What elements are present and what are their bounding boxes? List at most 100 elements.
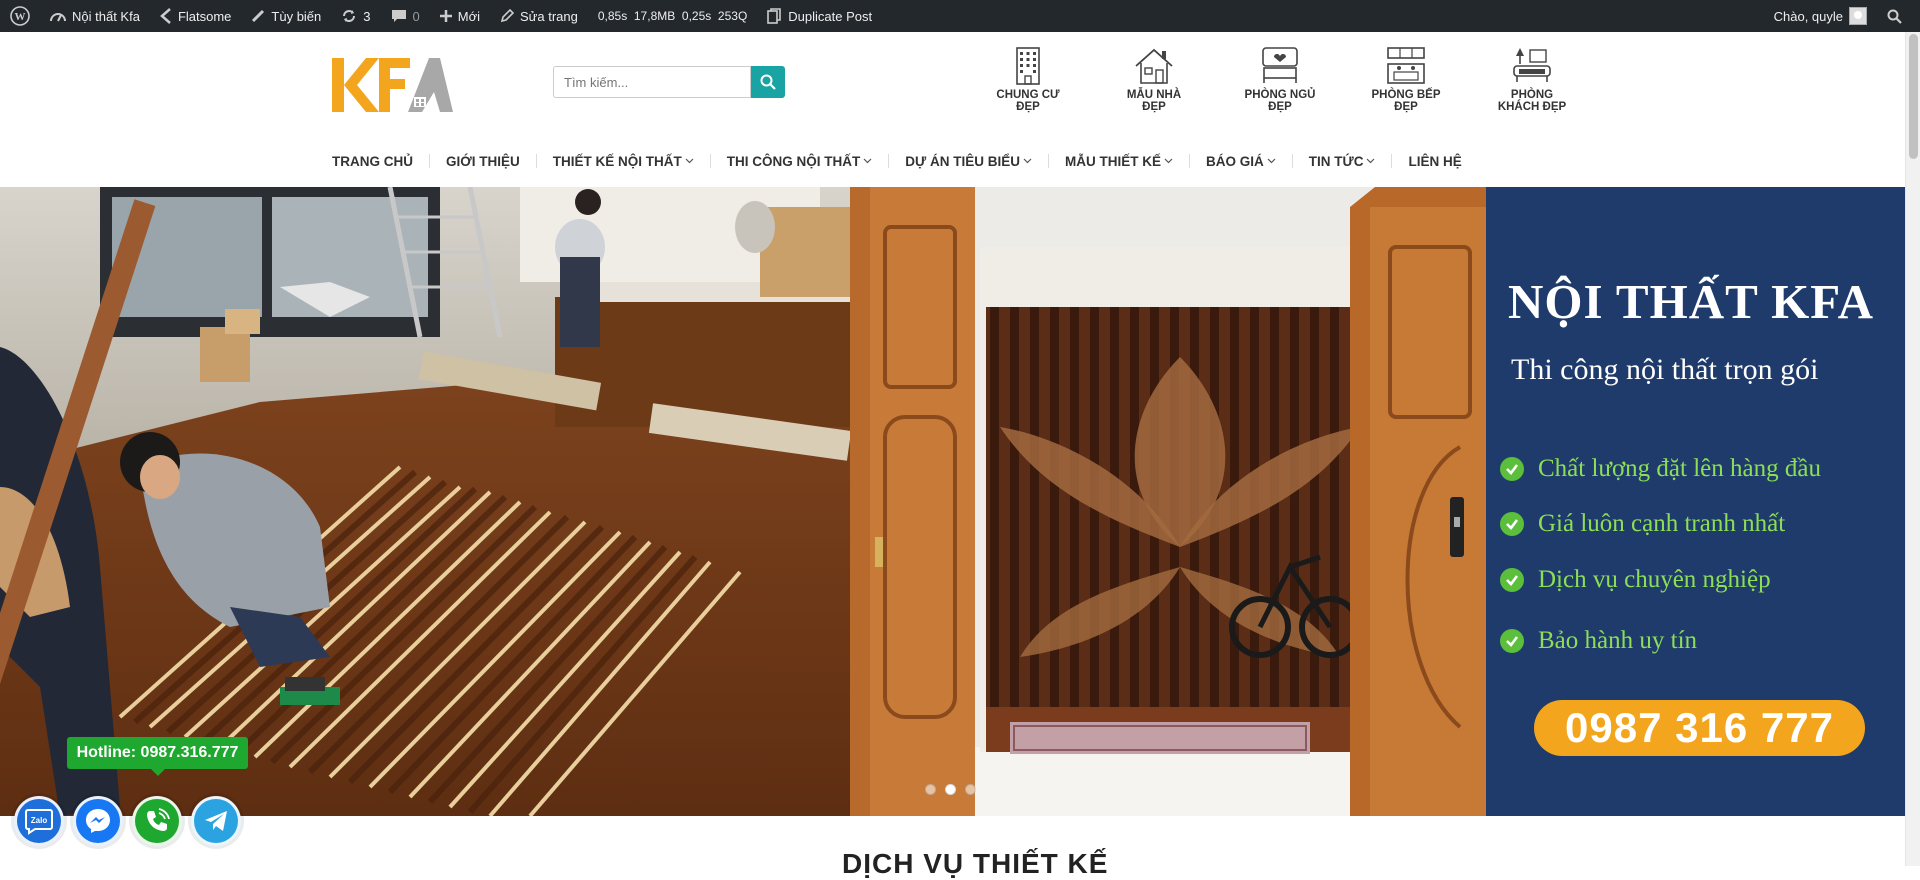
- slider-dot[interactable]: [925, 784, 936, 795]
- duplicate-icon: [767, 8, 782, 24]
- chevron-down-icon: [1164, 158, 1173, 164]
- nav-label: THI CÔNG NỘI THẤT: [726, 153, 861, 169]
- admin-greeting: Chào, quyle: [1773, 8, 1843, 24]
- telegram-icon: [205, 811, 227, 831]
- category-label: CHUNG CƯ ĐẸP: [996, 89, 1060, 113]
- nav-label: TIN TỨC: [1308, 153, 1364, 169]
- nav-divider: [535, 154, 537, 168]
- banner-phone-button[interactable]: 0987 316 777: [1534, 700, 1865, 756]
- admin-edit-page-label: Sửa trang: [520, 8, 578, 24]
- nav-item-about[interactable]: GIỚI THIỆU: [446, 150, 520, 172]
- wordpress-logo-icon[interactable]: W: [0, 0, 40, 32]
- admin-search-icon[interactable]: [1877, 0, 1912, 32]
- chevron-down-icon: [863, 158, 872, 164]
- check-icon: [1500, 629, 1524, 653]
- benefit-text: Giá luôn cạnh tranh nhất: [1538, 510, 1786, 537]
- chevron-down-icon: [1023, 158, 1032, 164]
- benefit-text: Bảo hành uy tín: [1538, 627, 1698, 654]
- updates-icon: [343, 10, 356, 22]
- admin-updates-link[interactable]: 3: [331, 0, 380, 32]
- slider-dot[interactable]: [965, 784, 976, 795]
- admin-theme-name: Flatsome: [177, 8, 232, 24]
- check-icon: [1500, 457, 1524, 481]
- category-kitchen[interactable]: PHÒNG BẾP ĐẸP: [1343, 46, 1469, 113]
- admin-duplicate-label: Duplicate Post: [788, 8, 873, 24]
- house-icon: [1135, 48, 1173, 84]
- search-button[interactable]: [751, 66, 785, 98]
- category-label: PHÒNG BẾP ĐẸP: [1371, 89, 1441, 113]
- main-navigation: TRANG CHỦ GIỚI THIỆU THIẾT KẾ NỘI THẤT T…: [332, 150, 1462, 172]
- slider-dots: [925, 784, 976, 795]
- scrollbar-thumb[interactable]: [1909, 34, 1918, 159]
- site-logo[interactable]: [332, 54, 454, 114]
- benefit-text: Dịch vụ chuyên nghiệp: [1538, 566, 1771, 593]
- brush-icon: [252, 9, 265, 23]
- slider-dot-active[interactable]: [945, 784, 956, 795]
- flatsome-icon: [160, 8, 171, 24]
- admin-comments-link[interactable]: 0: [381, 0, 430, 32]
- search-input[interactable]: [553, 66, 751, 98]
- plus-icon: [439, 10, 452, 22]
- category-apartment[interactable]: CHUNG CƯ ĐẸP: [965, 46, 1091, 113]
- phone-call-button[interactable]: [132, 796, 182, 846]
- banner-subtitle: Thi công nội thất trọn gói: [1511, 353, 1819, 386]
- category-house[interactable]: MẪU NHÀ ĐẸP: [1091, 46, 1217, 113]
- category-label: PHÒNG KHÁCH ĐẸP: [1497, 89, 1567, 113]
- category-livingroom[interactable]: PHÒNG KHÁCH ĐẸP: [1469, 46, 1595, 113]
- telegram-button[interactable]: [191, 796, 241, 846]
- benefit-item: Bảo hành uy tín: [1500, 627, 1697, 655]
- admin-customize-link[interactable]: Tùy biến: [241, 0, 331, 32]
- nav-item-projects[interactable]: DỰ ÁN TIÊU BIỂU: [905, 150, 1032, 172]
- kitchen-icon: [1387, 47, 1425, 84]
- admin-performance-stats[interactable]: 0,85s 17,8MB 0,25s 253Q: [588, 0, 757, 32]
- admin-site-link[interactable]: Nội thất Kfa: [40, 0, 150, 32]
- nav-label: MẪU THIẾT KẾ: [1065, 153, 1161, 169]
- banner-title: NỘI THẤT KFA: [1508, 274, 1874, 329]
- page-scrollbar[interactable]: [1905, 32, 1920, 866]
- nav-item-news[interactable]: TIN TỨC: [1309, 150, 1376, 172]
- admin-updates-count: 3: [363, 8, 371, 24]
- section-title: DỊCH VỤ THIẾT KẾ: [842, 848, 1109, 879]
- nav-item-construction[interactable]: THI CÔNG NỘI THẤT: [727, 150, 873, 172]
- nav-divider: [1048, 154, 1049, 168]
- nav-label: DỰ ÁN TIÊU BIỂU: [905, 153, 1020, 169]
- chevron-down-icon: [1267, 158, 1276, 164]
- nav-item-design-samples[interactable]: MẪU THIẾT KẾ: [1065, 150, 1173, 172]
- admin-duplicate-post-link[interactable]: Duplicate Post: [757, 0, 882, 32]
- bedroom-icon: [1262, 47, 1298, 83]
- zalo-button[interactable]: Zalo: [14, 796, 64, 846]
- messenger-button[interactable]: [73, 796, 123, 846]
- nav-divider: [888, 154, 890, 168]
- door-photo: [850, 187, 1486, 816]
- zalo-label: Zalo: [31, 816, 48, 825]
- search-form: [553, 66, 785, 98]
- admin-edit-page-link[interactable]: Sửa trang: [490, 0, 588, 32]
- benefit-text: Chất lượng đặt lên hàng đầu: [1538, 455, 1821, 482]
- nav-divider: [709, 154, 711, 168]
- nav-label: GIỚI THIỆU: [446, 153, 520, 169]
- nav-item-contact[interactable]: LIÊN HỆ: [1408, 150, 1461, 172]
- admin-new-link[interactable]: Mới: [430, 0, 490, 32]
- apartment-icon: [1016, 47, 1040, 85]
- hotline-badge[interactable]: Hotline: 0987.316.777: [67, 737, 248, 776]
- comment-icon: [391, 10, 406, 22]
- nav-item-pricing[interactable]: BÁO GIÁ: [1206, 150, 1276, 172]
- admin-theme-link[interactable]: Flatsome: [150, 0, 241, 32]
- nav-label: THIẾT KẾ NỘI THẤT: [552, 153, 682, 169]
- site-header: CHUNG CƯ ĐẸP MẪU NHÀ ĐẸP PHÒNG NGỦ ĐẸP: [0, 32, 1905, 187]
- search-icon: [760, 74, 776, 90]
- avatar: [1849, 7, 1867, 25]
- svg-text:W: W: [15, 11, 26, 23]
- category-bedroom[interactable]: PHÒNG NGỦ ĐẸP: [1217, 46, 1343, 113]
- check-icon: [1500, 568, 1524, 592]
- nav-item-home[interactable]: TRANG CHỦ: [332, 150, 413, 172]
- admin-account-menu[interactable]: Chào, quyle: [1764, 0, 1877, 32]
- nav-label: LIÊN HỆ: [1408, 153, 1462, 169]
- nav-label: TRANG CHỦ: [332, 153, 413, 169]
- hero-slider[interactable]: NỘI THẤT KFA Thi công nội thất trọn gói …: [0, 187, 1905, 816]
- nav-divider: [429, 154, 430, 168]
- nav-item-interior-design[interactable]: THIẾT KẾ NỘI THẤT: [553, 150, 694, 172]
- category-label: MẪU NHÀ ĐẸP: [1126, 89, 1182, 113]
- nav-divider: [1291, 154, 1293, 168]
- phone-icon: [147, 808, 170, 831]
